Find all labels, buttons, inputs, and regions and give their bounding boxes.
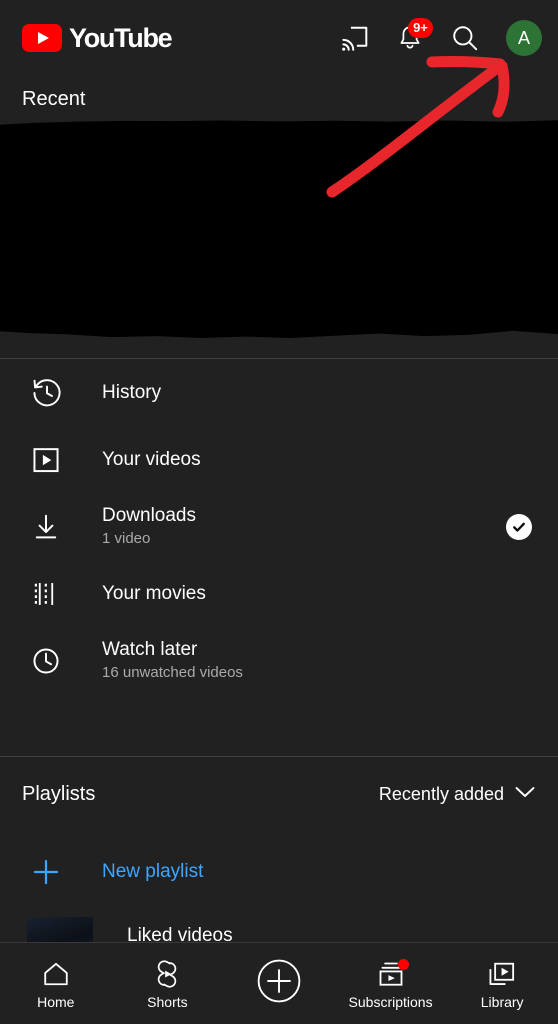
- nav-item-subscriptions[interactable]: Subscriptions: [335, 943, 447, 1024]
- clock-icon: [22, 646, 74, 676]
- library-row-text: Your movies: [74, 582, 502, 606]
- new-playlist-label: New playlist: [102, 861, 204, 882]
- library-row-your-videos[interactable]: Your videos: [0, 426, 558, 493]
- app-header: YouTube 9+ A: [0, 0, 558, 76]
- nav-item-create[interactable]: [223, 943, 335, 1024]
- nav-item-library[interactable]: Library: [446, 943, 558, 1024]
- library-row-text: Downloads 1 video: [74, 504, 502, 550]
- youtube-wordmark: YouTube: [69, 22, 173, 53]
- check-circle-icon: [506, 513, 532, 540]
- subscriptions-icon: [376, 958, 409, 989]
- youtube-logo[interactable]: YouTube: [22, 22, 173, 53]
- library-row-subtitle: 16 unwatched videos: [102, 664, 243, 682]
- account-avatar[interactable]: A: [506, 20, 542, 56]
- library-icon: [487, 959, 517, 989]
- plus-icon: [22, 857, 74, 887]
- notifications-bell-icon[interactable]: 9+: [393, 18, 433, 55]
- library-row-trailing: [502, 513, 536, 540]
- library-row-title: Watch later: [102, 638, 198, 660]
- library-row-text: Watch later 16 unwatched videos: [74, 638, 502, 684]
- library-row-title: Downloads: [102, 504, 196, 526]
- playlists-title: Playlists: [22, 782, 96, 805]
- library-row-text: History: [74, 381, 502, 405]
- library-row-title: History: [102, 381, 162, 403]
- nav-item-shorts[interactable]: Shorts: [112, 943, 224, 1024]
- redacted-recent-content: [0, 120, 558, 338]
- library-row-history[interactable]: History: [0, 359, 558, 426]
- library-row-title: Your videos: [102, 448, 201, 470]
- nav-label-shorts: Shorts: [147, 993, 188, 1010]
- library-row-your-movies[interactable]: Your movies: [0, 560, 558, 627]
- nav-label-library: Library: [480, 993, 524, 1010]
- nav-label-subscriptions: Subscriptions: [348, 993, 433, 1010]
- playlists-sort-control[interactable]: Recently added: [379, 784, 536, 805]
- film-strip-icon: [22, 579, 74, 609]
- recent-section-title: Recent: [22, 88, 86, 110]
- history-clock-icon: [22, 377, 74, 409]
- library-row-text: Your videos: [74, 448, 502, 472]
- library-rows: History Your videos Downloads 1 video Yo…: [0, 359, 558, 694]
- chevron-down-icon: [514, 785, 536, 804]
- your-videos-play-box-icon: [22, 445, 74, 475]
- youtube-library-screen: YouTube 9+ A Recent History Your videos …: [0, 0, 558, 1024]
- playlists-sort-label: Recently added: [378, 783, 504, 804]
- search-icon[interactable]: [448, 21, 482, 55]
- library-row-title: Your movies: [102, 582, 206, 604]
- nav-label-home: Home: [37, 993, 75, 1010]
- new-playlist-button[interactable]: New playlist: [0, 840, 558, 904]
- bottom-navigation-bar: Home Shorts Subscriptions Library: [0, 942, 558, 1024]
- home-icon: [42, 959, 70, 989]
- subscriptions-unread-dot: [397, 958, 409, 970]
- create-plus-icon: [256, 959, 302, 1002]
- shorts-icon: [153, 959, 181, 989]
- library-row-downloads[interactable]: Downloads 1 video: [0, 493, 558, 560]
- notification-count-badge: 9+: [408, 18, 433, 38]
- library-row-watch-later[interactable]: Watch later 16 unwatched videos: [0, 627, 558, 694]
- youtube-play-badge-icon: [22, 24, 62, 52]
- nav-item-home[interactable]: Home: [0, 943, 112, 1024]
- avatar-initial: A: [517, 27, 530, 48]
- header-actions: 9+ A: [338, 18, 542, 56]
- library-row-subtitle: 1 video: [102, 530, 151, 548]
- cast-icon[interactable]: [338, 21, 372, 55]
- download-arrow-icon: [22, 512, 74, 542]
- playlists-header: Playlists Recently added: [0, 757, 558, 831]
